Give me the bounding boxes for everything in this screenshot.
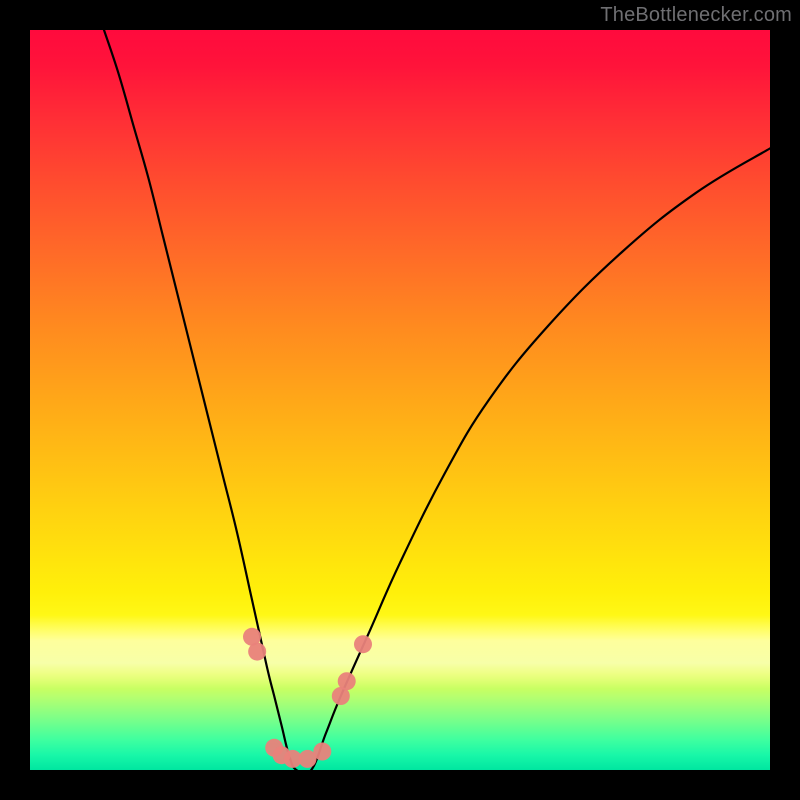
bottleneck-curve xyxy=(104,30,770,770)
curve-markers xyxy=(243,628,372,768)
watermark-text: TheBottlenecker.com xyxy=(600,4,792,27)
chart-stage: TheBottlenecker.com xyxy=(0,0,800,800)
curve-marker-1 xyxy=(248,643,266,661)
bottleneck-curve-path xyxy=(104,30,770,770)
plot-area xyxy=(30,30,770,770)
curve-layer xyxy=(30,30,770,770)
curve-marker-8 xyxy=(338,672,356,690)
curve-marker-9 xyxy=(354,635,372,653)
curve-marker-6 xyxy=(313,743,331,761)
